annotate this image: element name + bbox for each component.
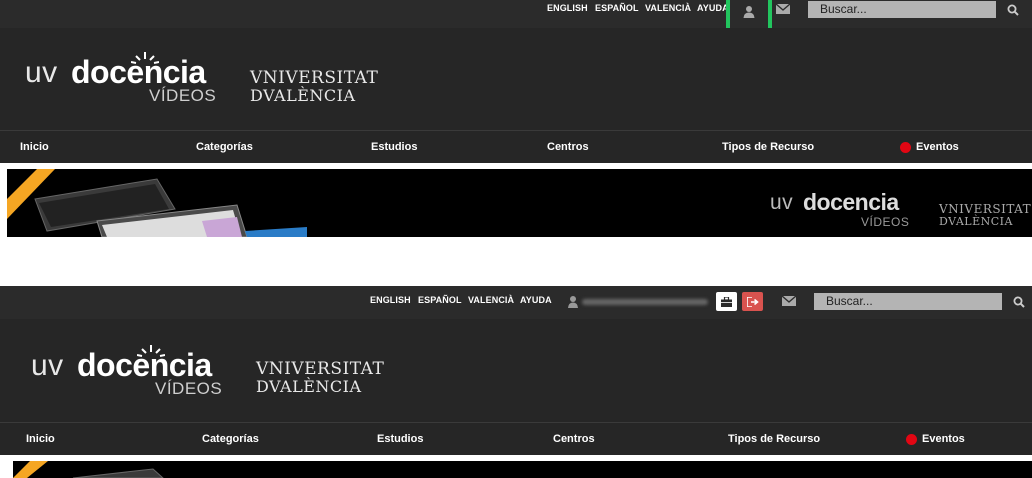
- nav-inicio[interactable]: Inicio: [20, 141, 49, 153]
- search-input[interactable]: Buscar...: [808, 1, 996, 18]
- uvdocencia-logo[interactable]: uv docencia VÍDEOS: [25, 50, 217, 110]
- banner-university-line2: DVALÈNCIA: [939, 215, 1013, 228]
- banner-screens-illustration: [7, 169, 307, 237]
- site-header-logged-in: uv docencia VÍDEOS VNIVERSITAT DVALÈNCIA: [0, 319, 1032, 422]
- lang-valencia[interactable]: VALENCIÀ: [468, 295, 514, 305]
- help-link[interactable]: AYUDA: [520, 295, 552, 305]
- banner-university-line1: VNIVERSITAT: [939, 202, 1032, 216]
- logo-uv-text: uv: [25, 56, 58, 89]
- logo-rays-icon: [137, 345, 165, 357]
- logo-videos-text: VÍDEOS: [149, 86, 217, 105]
- live-dot-icon: [900, 142, 911, 153]
- search-icon[interactable]: [1007, 4, 1019, 16]
- lang-english[interactable]: ENGLISH: [370, 295, 411, 305]
- university-name-line2: DVALÈNCIA: [250, 86, 356, 105]
- lang-espanol[interactable]: ESPAÑOL: [595, 3, 639, 13]
- nav-inicio[interactable]: Inicio: [26, 433, 55, 445]
- nav-estudios[interactable]: Estudios: [371, 141, 417, 153]
- nav-estudios[interactable]: Estudios: [377, 433, 423, 445]
- university-logo[interactable]: VNIVERSITAT DVALÈNCIA: [250, 68, 378, 108]
- university-name-line1: VNIVERSITAT: [256, 359, 385, 379]
- briefcase-icon: [721, 296, 732, 307]
- uvdocencia-logo[interactable]: uv docencia VÍDEOS: [31, 343, 223, 403]
- user-icon: [743, 5, 755, 18]
- university-name-line2: DVALÈNCIA: [256, 377, 362, 396]
- hero-banner-partial[interactable]: [13, 461, 1032, 478]
- logo-rays-icon: [131, 52, 159, 64]
- banner-logo-videos: VÍDEOS: [861, 215, 910, 229]
- top-bar-logged-in: ENGLISH ESPAÑOL VALENCIÀ AYUDA Buscar...: [0, 286, 1032, 319]
- mail-icon[interactable]: [782, 296, 796, 306]
- top-bar: ENGLISH ESPAÑOL VALENCIÀ AYUDA Buscar...: [0, 0, 1032, 38]
- lang-english[interactable]: ENGLISH: [547, 3, 588, 13]
- hero-banner[interactable]: uv docencia VÍDEOS VNIVERSITAT DVALÈNCIA: [7, 169, 1032, 237]
- university-name-line1: VNIVERSITAT: [250, 68, 379, 88]
- nav-eventos[interactable]: Eventos: [916, 141, 959, 153]
- nav-tipos-recurso[interactable]: Tipos de Recurso: [722, 141, 814, 153]
- logout-icon: [746, 296, 759, 307]
- nav-categorias[interactable]: Categorías: [202, 433, 259, 445]
- nav-centros[interactable]: Centros: [547, 141, 589, 153]
- logo-videos-text: VÍDEOS: [155, 379, 223, 398]
- help-link[interactable]: AYUDA: [697, 3, 729, 13]
- nav-tipos-recurso[interactable]: Tipos de Recurso: [728, 433, 820, 445]
- nav-categorias[interactable]: Categorías: [196, 141, 253, 153]
- main-nav: Inicio Categorías Estudios Centros Tipos…: [0, 130, 1032, 163]
- live-dot-icon: [906, 434, 917, 445]
- user-name-blurred: [568, 295, 712, 309]
- university-logo[interactable]: VNIVERSITAT DVALÈNCIA: [256, 359, 384, 399]
- lang-espanol[interactable]: ESPAÑOL: [418, 295, 462, 305]
- logout-button[interactable]: [742, 292, 763, 311]
- search-icon[interactable]: [1013, 296, 1025, 308]
- banner-logo-uv: uv: [770, 191, 794, 214]
- search-input[interactable]: Buscar...: [814, 293, 1002, 310]
- banner-screens-illustration: [13, 461, 164, 478]
- nav-centros[interactable]: Centros: [553, 433, 595, 445]
- user-avatar-icon: [568, 296, 578, 308]
- logo-uv-text: uv: [31, 349, 64, 382]
- site-header: uv docencia VÍDEOS VNIVERSITAT DVALÈNCIA: [0, 28, 1032, 130]
- nav-eventos[interactable]: Eventos: [922, 433, 965, 445]
- briefcase-button[interactable]: [716, 292, 737, 311]
- mail-icon[interactable]: [776, 4, 790, 14]
- banner-logo-docencia: docencia: [803, 189, 899, 215]
- main-nav-logged-in: Inicio Categorías Estudios Centros Tipos…: [0, 422, 1032, 455]
- lang-valencia[interactable]: VALENCIÀ: [645, 3, 691, 13]
